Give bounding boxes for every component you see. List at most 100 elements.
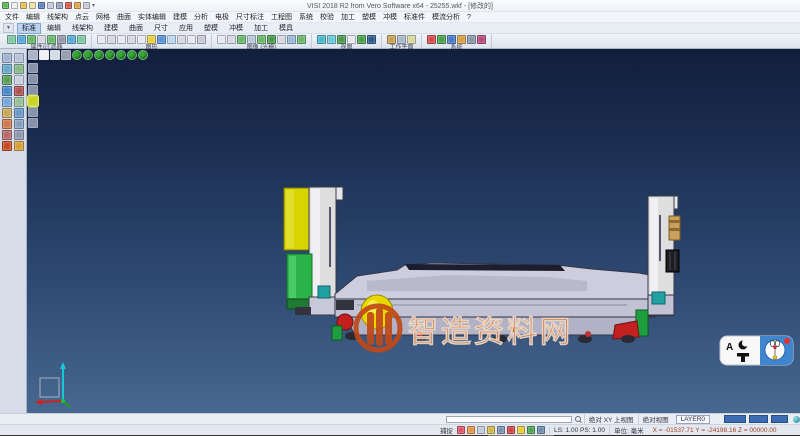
snap-icon[interactable] [537,426,545,434]
menu-item[interactable]: 加工 [341,12,355,22]
ribbon-icon[interactable] [387,35,396,44]
quick-access-icon[interactable] [56,2,63,9]
snap-icon[interactable] [477,426,485,434]
ribbon-icon[interactable] [267,35,276,44]
left-toolbar-icon[interactable] [14,141,24,151]
toolbar-tab[interactable]: 线架构 [67,23,98,34]
snap-icon[interactable] [467,426,475,434]
ribbon-icon[interactable] [477,35,486,44]
ribbon-icon[interactable] [127,35,136,44]
menu-item[interactable]: 模流分析 [432,12,460,22]
quick-access-icon[interactable] [74,2,81,9]
ribbon-icon[interactable] [397,35,406,44]
menu-item[interactable]: 曲面 [117,12,131,22]
toolbar-tab[interactable]: 塑模 [199,23,223,34]
ribbon-icon[interactable] [137,35,146,44]
ribbon-icon[interactable] [117,35,126,44]
drawing-canvas[interactable]: 智造资料网 A [27,49,800,413]
ribbon-icon[interactable] [157,35,166,44]
quick-access-icon[interactable] [38,2,45,9]
toolbar-tab[interactable]: 建模 [99,23,123,34]
quick-access-icon[interactable] [2,2,9,9]
left-toolbar-icon[interactable] [14,97,24,107]
ribbon-icon[interactable] [147,35,156,44]
menu-item[interactable]: 网格 [96,12,110,22]
quick-access-icon[interactable] [65,2,72,9]
toolbar-tab[interactable]: 应用 [174,23,198,34]
snap-icon[interactable] [457,426,465,434]
toolbar-tab[interactable]: 尺寸 [149,23,173,34]
toolbar-tab[interactable]: 编辑 [42,23,66,34]
tab-dropdown-icon[interactable]: ▼ [3,23,14,33]
toolbar-tab[interactable]: 冲模 [224,23,248,34]
menu-item[interactable]: 电极 [215,12,229,22]
ribbon-icon[interactable] [357,35,366,44]
menu-item[interactable]: 系统 [299,12,313,22]
snap-icon[interactable] [487,426,495,434]
ribbon-icon[interactable] [257,35,266,44]
ribbon-icon[interactable] [47,35,56,44]
globe-icon[interactable] [793,416,800,423]
quick-access-icon[interactable] [29,2,36,9]
command-input[interactable] [446,416,572,423]
menu-item[interactable]: 点云 [75,12,89,22]
layer-indicator[interactable]: LAYER0 [676,415,710,424]
menu-item[interactable]: 标准件 [404,12,425,22]
ribbon-icon[interactable] [187,35,196,44]
menu-item[interactable]: 线架构 [47,12,68,22]
ribbon-icon[interactable] [427,35,436,44]
left-toolbar-icon[interactable] [2,108,12,118]
ribbon-icon[interactable] [107,35,116,44]
ribbon-icon[interactable] [67,35,76,44]
left-toolbar-icon[interactable] [14,53,24,63]
ribbon-icon[interactable] [227,35,236,44]
left-toolbar-icon[interactable] [2,75,12,85]
ribbon-icon[interactable] [447,35,456,44]
toolbar-tab[interactable]: 模具 [274,23,298,34]
snap-icon[interactable] [497,426,505,434]
menu-item[interactable]: 工程图 [271,12,292,22]
menu-item[interactable]: 冲模 [383,12,397,22]
menu-item[interactable]: ? [467,14,471,21]
quick-access-dropdown-icon[interactable]: ▾ [92,3,95,9]
menu-item[interactable]: 文件 [5,12,19,22]
left-toolbar-icon[interactable] [2,97,12,107]
view-status[interactable]: 绝对视图 [638,414,673,424]
ribbon-icon[interactable] [277,35,286,44]
ribbon-icon[interactable] [297,35,306,44]
ribbon-icon[interactable] [167,35,176,44]
left-toolbar-icon[interactable] [14,64,24,74]
menu-item[interactable]: 尺寸标注 [236,12,264,22]
quick-access-icon[interactable] [11,2,18,9]
quick-access-icon[interactable] [20,2,27,9]
ribbon-icon[interactable] [437,35,446,44]
menu-item[interactable]: 建模 [173,12,187,22]
quick-access-icon[interactable] [83,2,90,9]
ribbon-icon[interactable] [237,35,246,44]
left-toolbar-icon[interactable] [2,141,12,151]
ribbon-icon[interactable] [327,35,336,44]
ribbon-icon[interactable] [27,35,36,44]
menu-item[interactable]: 校验 [320,12,334,22]
ribbon-icon[interactable] [77,35,86,44]
left-toolbar-icon[interactable] [2,130,12,140]
ribbon-icon[interactable] [177,35,186,44]
ribbon-icon[interactable] [317,35,326,44]
ribbon-icon[interactable] [367,35,376,44]
snap-icon[interactable] [517,426,525,434]
left-toolbar-icon[interactable] [14,130,24,140]
left-toolbar-icon[interactable] [14,75,24,85]
left-toolbar-icon[interactable] [14,108,24,118]
ribbon-icon[interactable] [247,35,256,44]
workplane-status[interactable]: 绝对 XY 上视图 [584,414,638,424]
left-toolbar-icon[interactable] [2,53,12,63]
ribbon-icon[interactable] [287,35,296,44]
ribbon-icon[interactable] [97,35,106,44]
ribbon-icon[interactable] [17,35,26,44]
menu-item[interactable]: 塑模 [362,12,376,22]
toolbar-tab[interactable]: 曲面 [124,23,148,34]
menu-item[interactable]: 编辑 [26,12,40,22]
ribbon-icon[interactable] [467,35,476,44]
quick-access-icon[interactable] [47,2,54,9]
snap-icon[interactable] [527,426,535,434]
